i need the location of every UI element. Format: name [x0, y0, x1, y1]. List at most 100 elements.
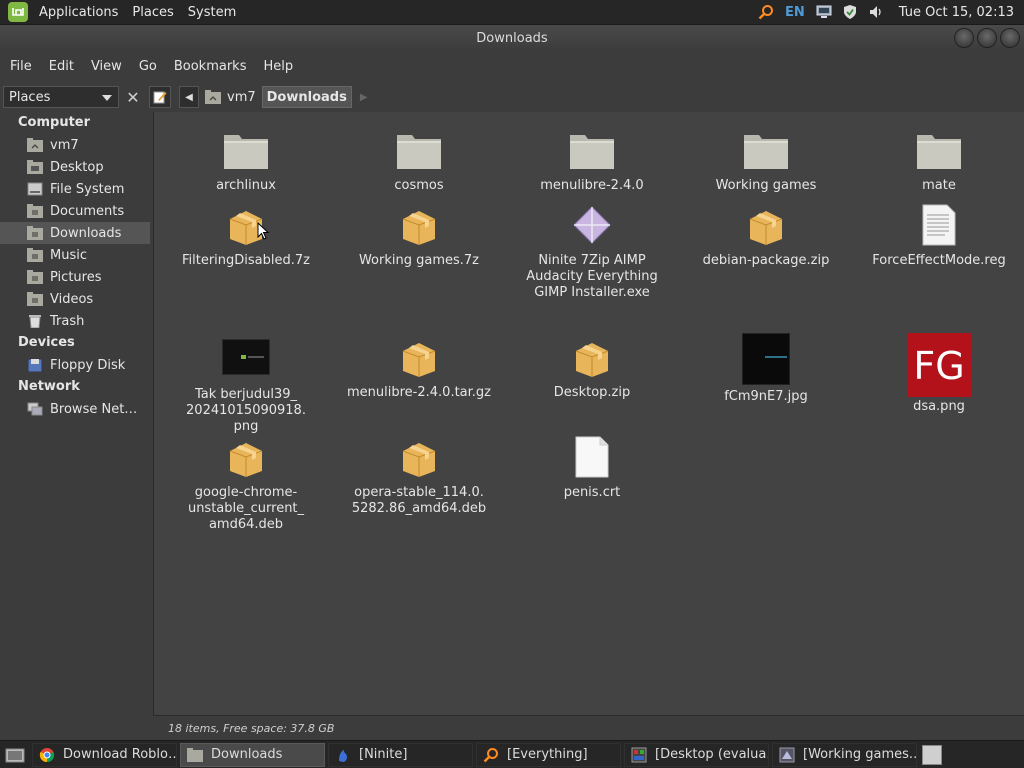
sidebar-header-network: Network [18, 379, 80, 394]
sidebar-item-pictures[interactable]: Pictures [0, 266, 150, 288]
file-item-forceeffectmode-reg[interactable]: ForceEffectMode.reg [853, 201, 1024, 269]
sidebar-item-vm7[interactable]: vm7 [0, 134, 150, 156]
minimize-button[interactable] [954, 28, 974, 48]
chevron-down-icon [102, 95, 112, 101]
sidebar-header-computer: Computer [18, 115, 91, 130]
sidebar-header-devices: Devices [18, 335, 75, 350]
file-item-tak-berjudul39-20241015090918-png[interactable]: Tak berjudul39_ 20241015090918. png [160, 333, 332, 435]
menu-file[interactable]: File [3, 52, 39, 82]
menu-edit[interactable]: Edit [42, 52, 81, 82]
documents-icon [27, 204, 43, 218]
file-item-label: menulibre-2.4.0 [540, 178, 644, 193]
file-item-penis-crt[interactable]: penis.crt [506, 433, 678, 501]
maximize-button[interactable] [977, 28, 997, 48]
taskbar-button-5[interactable]: [Desktop (evalua… [624, 742, 769, 767]
file-item-menulibre-2-4-0-tar-gz[interactable]: menulibre-2.4.0.tar.gz [333, 333, 505, 401]
file-item-opera-stable-114-0-5282-86-amd64-deb[interactable]: opera-stable_114.0. 5282.86_amd64.deb [333, 433, 505, 517]
menu-go[interactable]: Go [132, 52, 164, 82]
sidebar-item-downloads[interactable]: Downloads [0, 222, 150, 244]
sidebar-item-documents[interactable]: Documents [0, 200, 150, 222]
file-item-menulibre-2-4-0[interactable]: menulibre-2.4.0 [506, 126, 678, 194]
menu-bookmarks[interactable]: Bookmarks [167, 52, 254, 82]
applications-menu[interactable]: Applications [32, 0, 125, 25]
window-titlebar[interactable]: Downloads [0, 25, 1024, 52]
exe-icon [568, 201, 616, 249]
sidebar-item-floppy-disk[interactable]: Floppy Disk [0, 354, 150, 376]
keyboard-layout-indicator[interactable]: EN [785, 5, 805, 20]
network-icon[interactable] [815, 3, 833, 21]
location-toggle-button[interactable] [149, 86, 171, 108]
file-item-label: ForceEffectMode.reg [872, 253, 1006, 268]
system-tray: EN Tue Oct 15, 02:13 [753, 0, 1024, 25]
file-item-mate[interactable]: mate [853, 126, 1024, 194]
taskbar-button-4[interactable]: [Everything] [476, 742, 621, 767]
mint-menu-icon[interactable] [8, 2, 28, 22]
breadcrumb-forward-icon[interactable]: ▶ [360, 92, 368, 103]
archive-icon [395, 433, 443, 481]
trash-icon [29, 315, 41, 328]
sidebar-item-label: Documents [50, 203, 125, 219]
file-item-filteringdisabled-7z[interactable]: FilteringDisabled.7z [160, 201, 332, 269]
folder-icon [568, 126, 616, 174]
shield-icon[interactable] [841, 3, 859, 21]
workspace-switcher[interactable] [922, 744, 942, 765]
sidebar-item-label: Trash [50, 313, 85, 329]
breadcrumb-downloads[interactable]: Downloads [261, 86, 352, 108]
breadcrumb-back-button[interactable]: ◀ [179, 86, 199, 108]
image-thumbnail-icon [742, 333, 790, 385]
side-pane-select-value: Places [9, 89, 51, 105]
volume-icon[interactable] [867, 3, 885, 21]
search-icon[interactable] [757, 3, 775, 21]
taskbar-button-6[interactable]: [Working games.… [772, 742, 917, 767]
archive-icon [742, 201, 790, 249]
file-item-working-games-7z[interactable]: Working games.7z [333, 201, 505, 269]
taskbar-button-3[interactable]: [Ninite] [328, 742, 473, 767]
taskbar-button-label: Downloads [211, 747, 283, 762]
breadcrumb-downloads-label: Downloads [266, 89, 347, 105]
sidebar-item-trash[interactable]: Trash [0, 310, 150, 332]
file-item-fcm9ne7-jpg[interactable]: fCm9nE7.jpg [680, 333, 852, 405]
file-item-working-games[interactable]: Working games [680, 126, 852, 194]
file-item-archlinux[interactable]: archlinux [160, 126, 332, 194]
pictures-icon [27, 270, 43, 284]
menu-view[interactable]: View [84, 52, 129, 82]
close-pane-icon[interactable]: ✕ [123, 86, 143, 108]
file-item-cosmos[interactable]: cosmos [333, 126, 505, 194]
taskbar-button-2[interactable]: Downloads [180, 742, 325, 767]
breadcrumb-home[interactable]: vm7 [201, 86, 260, 108]
file-item-debian-package-zip[interactable]: debian-package.zip [680, 201, 852, 269]
file-item-google-chrome-unstable-current-amd64-deb[interactable]: google-chrome- unstable_current_ amd64.d… [160, 433, 332, 533]
window-icon [631, 747, 647, 762]
places-menu[interactable]: Places [125, 0, 180, 25]
image-thumbnail-icon [222, 333, 270, 381]
sidebar-item-music[interactable]: Music [0, 244, 150, 266]
sidebar-item-label: vm7 [50, 137, 79, 153]
clock[interactable]: Tue Oct 15, 02:13 [889, 5, 1024, 20]
places-sidebar: Computer vm7 Desktop File System Documents D… [0, 112, 150, 740]
sidebar-item-file-system[interactable]: File System [0, 178, 150, 200]
system-menu[interactable]: System [181, 0, 243, 25]
side-pane-select[interactable]: Places [3, 86, 119, 108]
toolbar: Places ✕ ◀ vm7 Downloads ▶ [0, 82, 1024, 112]
sidebar-item-label: File System [50, 181, 125, 197]
music-icon [27, 248, 43, 262]
file-icon-view[interactable]: archlinux cosmos menulibre-2.4.0 Working ga… [153, 112, 1024, 715]
sidebar-item-browse-net[interactable]: Browse Net… [0, 398, 150, 420]
sidebar-item-videos[interactable]: Videos [0, 288, 150, 310]
file-item-ninite-7zip-aimpaudacity-everythinggimp-installer-exe[interactable]: Ninite 7Zip AIMP Audacity Everything GIM… [506, 201, 678, 301]
thumbnail-text: FG [913, 345, 964, 385]
file-item-dsa-png[interactable]: FG dsa.png [853, 333, 1024, 415]
taskbar-button-1[interactable]: Download Roblo… [32, 742, 177, 767]
file-item-label: dsa.png [913, 399, 965, 414]
blank-icon [568, 433, 616, 481]
menu-help[interactable]: Help [256, 52, 300, 82]
file-item-label: Working games.7z [358, 253, 480, 268]
close-button[interactable] [1000, 28, 1020, 48]
show-desktop-icon[interactable] [4, 744, 26, 766]
search-icon [483, 747, 498, 762]
folder-icon [222, 126, 270, 174]
sidebar-item-label: Browse Net… [50, 401, 138, 417]
file-item-desktop-zip[interactable]: Desktop.zip [506, 333, 678, 401]
sidebar-item-desktop[interactable]: Desktop [0, 156, 150, 178]
file-item-label: Working games [715, 178, 817, 193]
